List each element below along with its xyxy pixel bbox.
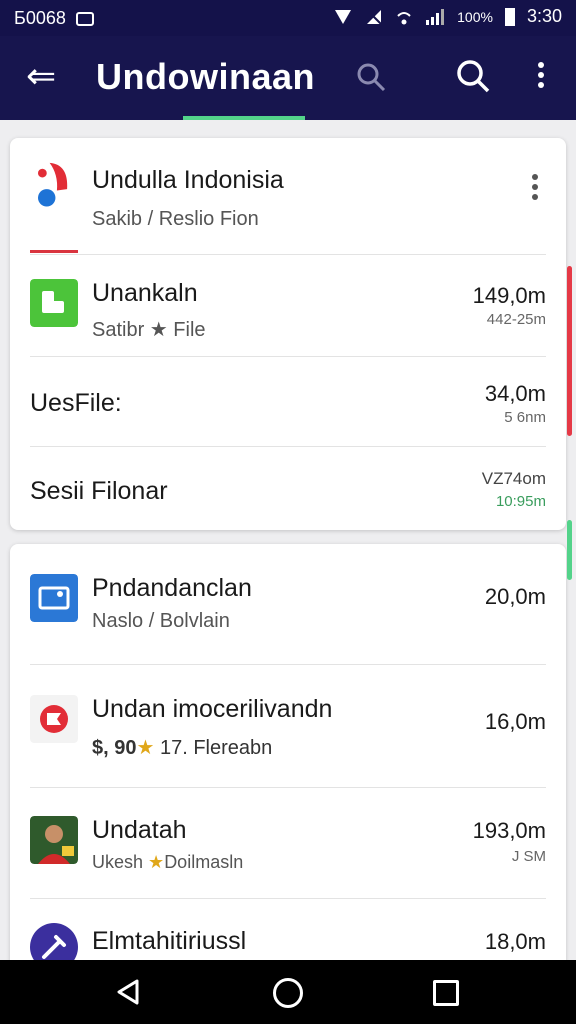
scroll-indicator-secondary[interactable] <box>567 520 572 580</box>
app-logo-icon <box>38 162 68 207</box>
item-sub-prefix: Ukesh <box>92 852 144 872</box>
item-name: Elmtahitiriussl <box>92 927 247 955</box>
item-size: 193,0m <box>472 818 546 843</box>
item-name: UesFile: <box>30 389 122 417</box>
download-card-secondary: Pndandanclan Naslo / Bolvlain 20,0m Unda… <box>10 544 566 974</box>
page-title: Undowinaan <box>96 56 315 97</box>
item-size: 16,0m <box>484 709 546 734</box>
list-item[interactable]: Undatah Ukesh ★Doilmasln 193,0m J SM <box>10 788 566 898</box>
item-size: 18,0m <box>484 929 546 954</box>
item-sub: Satibr ★ File <box>92 319 206 341</box>
card-header-row[interactable]: Undulla Indonisia Sakib / Reslio Fion <box>10 138 566 254</box>
list-item[interactable]: Unankaln Satibr ★ File 149,0m 442-25m <box>10 255 566 355</box>
nav-home-icon[interactable] <box>273 978 303 1008</box>
signal-heart-icon <box>335 9 352 24</box>
list-item[interactable]: Undan imocerilivandn $, 90★ 17. Flereabn… <box>10 665 566 787</box>
item-sub-text: Doilmasln <box>164 852 244 872</box>
photo-blue-icon <box>30 574 78 622</box>
nav-back-icon[interactable] <box>115 978 141 1006</box>
item-size-sub: 10:95m <box>495 493 546 510</box>
scroll-indicator[interactable] <box>567 266 572 436</box>
item-sub: Ukesh ★Doilmasln <box>92 852 243 873</box>
file-green-icon <box>30 279 78 327</box>
item-size-sub: 442-25m <box>486 311 546 328</box>
item-name: Undan imocerilivandn <box>92 695 333 723</box>
no-signal-icon <box>366 8 382 25</box>
tab-indicator <box>183 116 305 120</box>
item-name: Pndandanclan <box>92 574 252 602</box>
more-options-icon[interactable] <box>532 174 538 204</box>
search-icon[interactable] <box>355 61 387 93</box>
wifi-icon <box>397 11 411 24</box>
item-name: Sesii Filonar <box>30 477 168 505</box>
item-name: Unankaln <box>92 279 198 307</box>
item-size-sub: J SM <box>511 848 546 865</box>
notification-icon <box>75 11 94 26</box>
system-nav-bar <box>0 960 576 1024</box>
red-play-icon <box>30 695 78 743</box>
item-name: Undatah <box>92 816 187 844</box>
header-accent-line <box>30 250 78 253</box>
nav-recents-icon[interactable] <box>433 980 459 1006</box>
item-size: VZ74om <box>481 469 546 488</box>
item-size-sub: 5 6nm <box>504 409 546 426</box>
item-size: 34,0m <box>484 381 546 406</box>
status-left-text: Б0068 <box>14 8 66 28</box>
battery-icon <box>504 7 515 26</box>
list-item[interactable]: UesFile: 34,0m 5 6nm <box>10 357 566 447</box>
item-size: 149,0m <box>472 283 546 308</box>
list-item[interactable]: Sesii Filonar VZ74om 10:95m <box>10 447 566 530</box>
item-price: $, 90 <box>92 737 137 759</box>
clock: 3:30 <box>526 6 562 26</box>
battery-percent: 100% <box>457 8 493 25</box>
star-icon: ★ <box>136 737 155 759</box>
item-sub: Naslo / Bolvlain <box>92 610 230 632</box>
avatar <box>30 816 78 864</box>
header-sub: Sakib / Reslio Fion <box>92 208 259 230</box>
status-bar: Б0068 100% 3:30 <box>0 0 576 36</box>
star-icon: ★ <box>148 852 165 872</box>
list-item[interactable]: Pndandanclan Naslo / Bolvlain 20,0m <box>10 544 566 664</box>
back-arrow-icon[interactable]: ⇐ <box>26 56 56 96</box>
download-card-primary: Undulla Indonisia Sakib / Reslio Fion Un… <box>10 138 566 530</box>
item-size: 20,0m <box>484 584 546 609</box>
search-icon-primary[interactable] <box>455 58 491 94</box>
more-options-icon[interactable] <box>532 62 550 92</box>
item-sub-text: 17. Flereabn <box>159 737 273 759</box>
cell-signal-icon <box>426 8 445 25</box>
item-sub: $, 90★ 17. Flereabn <box>92 735 272 760</box>
header-name: Undulla Indonisia <box>92 166 284 194</box>
app-bar: ⇐ Undowinaan <box>0 36 576 120</box>
